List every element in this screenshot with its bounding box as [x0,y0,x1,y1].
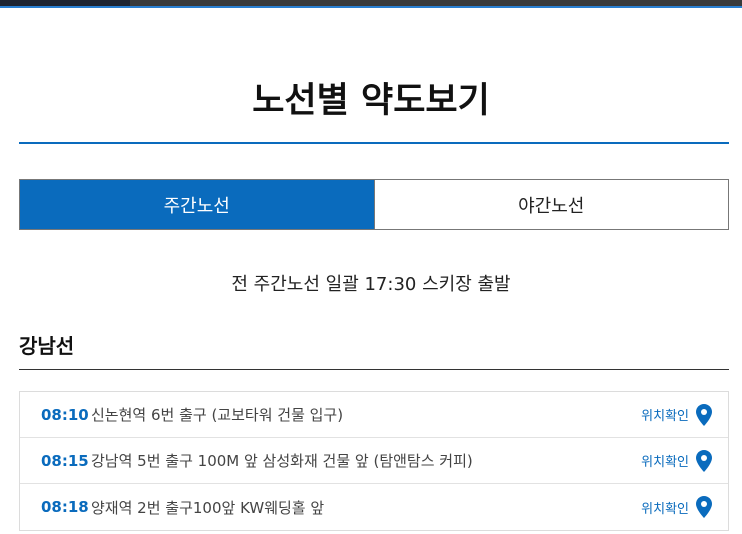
title-divider [19,142,729,144]
stop-place: 양재역 2번 출구100앞 KW웨딩홀 앞 [91,498,325,517]
stop-time: 08:18 [41,498,89,516]
map-pin-icon [696,496,712,518]
route-tabs: 주간노선 야간노선 [19,179,729,230]
departure-notice: 전 주간노선 일괄 17:30 스키장 출발 [231,274,511,295]
stop-place: 강남역 5번 출구 100M 앞 삼성화재 건물 앞 (탐앤탐스 커피) [91,452,473,470]
stop-place: 신논현역 6번 출구 (교보타워 건물 입구) [91,406,344,424]
stop-time: 08:10 [41,405,89,424]
route-divider [19,369,729,370]
stop-row: 08:10 신논현역 6번 출구 (교보타워 건물 입구) 위치확인 [20,392,728,438]
stop-row: 08:18 양재역 2번 출구100앞 KW웨딩홀 앞 위치확인 [20,484,728,530]
stop-list: 08:10 신논현역 6번 출구 (교보타워 건물 입구) 위치확인 08:15… [19,391,729,531]
check-location-label: 위치확인 [641,501,689,517]
check-location-label: 위치확인 [641,455,689,470]
check-location-button[interactable]: 위치확인 [641,496,712,518]
page-title: 노선별 약도보기 [252,81,490,121]
top-accent-line [0,6,742,8]
top-browser-bar [0,0,742,8]
map-pin-icon [696,403,712,426]
map-pin-icon [696,449,712,472]
stop-row: 08:15 강남역 5번 출구 100M 앞 삼성화재 건물 앞 (탐앤탐스 커… [20,438,728,484]
check-location-button[interactable]: 위치확인 [641,449,712,472]
tab-day-routes[interactable]: 주간노선 [20,180,374,229]
route-name: 강남선 [19,334,75,358]
tab-night-routes[interactable]: 야간노선 [373,180,728,229]
check-location-button[interactable]: 위치확인 [641,403,712,426]
check-location-label: 위치확인 [641,409,689,424]
stop-time: 08:15 [41,451,89,470]
